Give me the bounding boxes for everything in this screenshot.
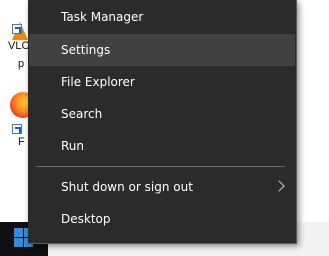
menu-item-shut-down[interactable]: Shut down or sign out xyxy=(29,171,295,203)
chevron-right-icon xyxy=(273,180,285,192)
menu-item-label: Desktop xyxy=(61,212,111,226)
menu-item-task-manager[interactable]: Task Manager xyxy=(29,1,295,33)
start-pane-3 xyxy=(14,238,23,247)
menu-item-file-explorer[interactable]: File Explorer xyxy=(29,66,295,98)
start-pane-1 xyxy=(14,228,23,237)
menu-item-label: Settings xyxy=(61,43,111,57)
menu-item-search[interactable]: Search xyxy=(29,98,295,130)
menu-item-run[interactable]: Run xyxy=(29,130,295,162)
desktop-icon-sublabel: p xyxy=(18,58,25,70)
shortcut-arrow-icon xyxy=(12,124,22,134)
shortcut-arrow-icon xyxy=(12,24,22,34)
menu-item-settings[interactable]: Settings xyxy=(29,34,295,66)
power-user-menu: Task Manager Settings File Explorer Sear… xyxy=(28,0,297,244)
menu-item-desktop[interactable]: Desktop xyxy=(29,203,295,235)
menu-item-label: File Explorer xyxy=(61,75,135,89)
desktop-icon-label: VLC xyxy=(8,40,30,52)
menu-separator xyxy=(36,166,285,167)
desktop-icon-label: F xyxy=(18,136,25,148)
menu-item-label: Search xyxy=(61,107,103,121)
menu-item-label: Task Manager xyxy=(61,10,144,24)
menu-item-label: Run xyxy=(61,139,85,153)
menu-item-label: Shut down or sign out xyxy=(61,180,193,194)
